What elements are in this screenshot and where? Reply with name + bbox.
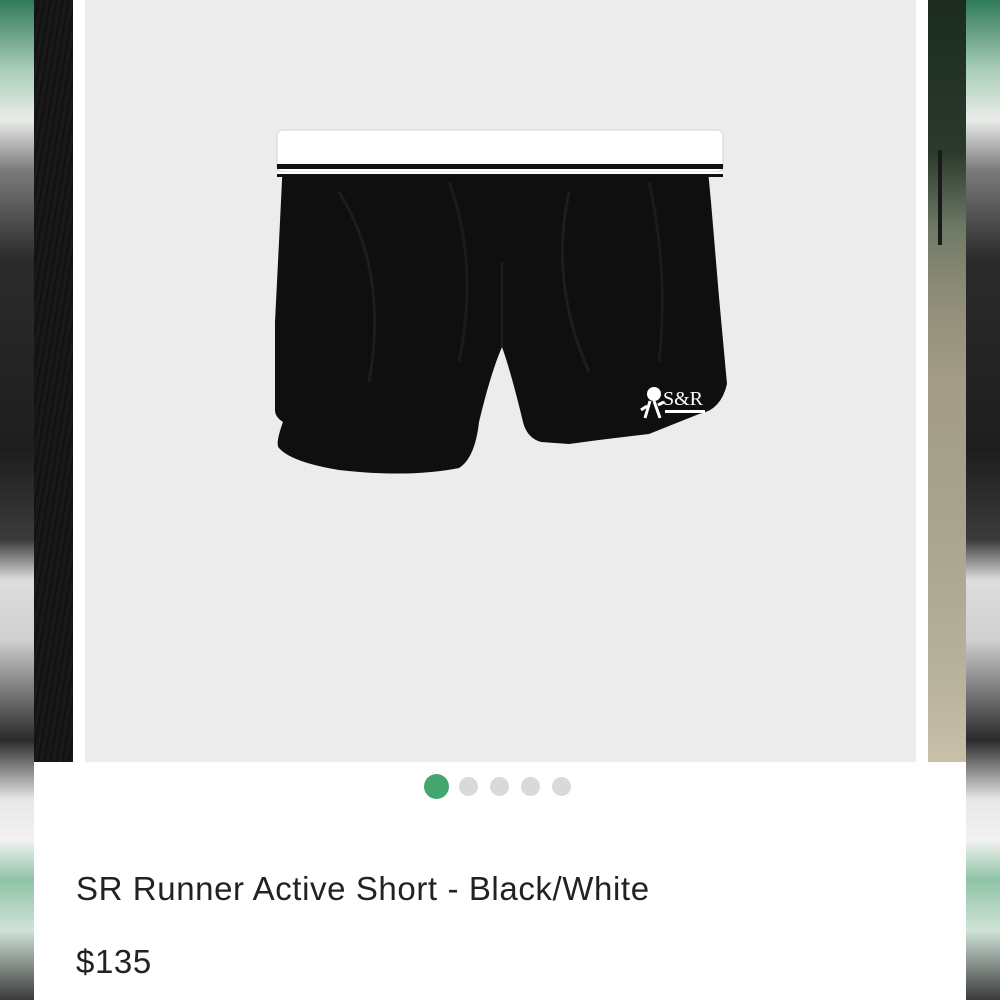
product-image-carousel[interactable]: S&R bbox=[34, 0, 966, 762]
pagination-dot-4[interactable] bbox=[521, 776, 540, 796]
background-edge-left bbox=[0, 0, 34, 1000]
svg-text:S&R: S&R bbox=[663, 388, 704, 410]
product-image: S&R bbox=[275, 129, 727, 474]
carousel-slide-previous[interactable] bbox=[34, 0, 73, 762]
pagination-dot-3[interactable] bbox=[490, 776, 509, 796]
background-edge-right bbox=[966, 0, 1000, 1000]
product-title: SR Runner Active Short - Black/White bbox=[76, 870, 650, 907]
product-info: SR Runner Active Short - Black/White $13… bbox=[34, 800, 966, 1000]
pagination-dot-1[interactable] bbox=[424, 773, 449, 799]
carousel-slide-current[interactable]: S&R bbox=[85, 0, 916, 762]
carousel-slide-next[interactable] bbox=[928, 0, 966, 762]
product-price: $135 bbox=[76, 943, 152, 980]
pagination-dot-2[interactable] bbox=[459, 776, 478, 796]
carousel-pagination bbox=[0, 773, 1000, 799]
pagination-dot-5[interactable] bbox=[552, 776, 571, 796]
